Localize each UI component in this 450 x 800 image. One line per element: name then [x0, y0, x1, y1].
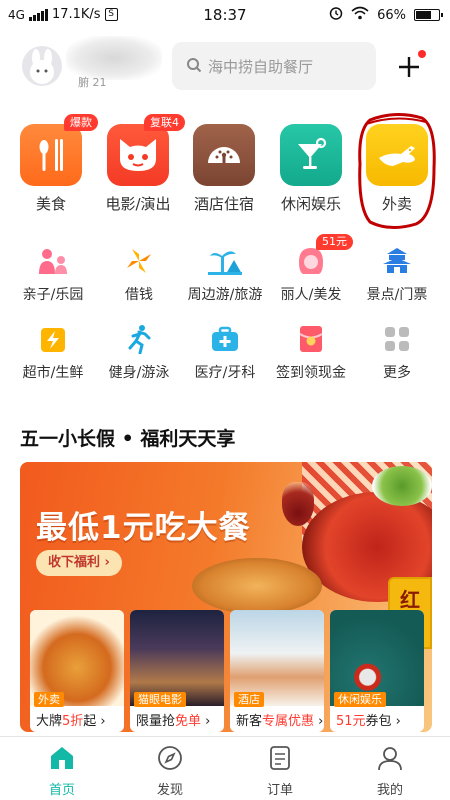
card-tag: 酒店 — [234, 692, 264, 707]
promo-section-title: 五一小长假 • 福利天天享 — [20, 428, 236, 450]
tab-orders[interactable]: 订单 — [240, 745, 320, 798]
wifi-icon — [351, 6, 369, 24]
home-icon — [51, 747, 73, 769]
search-icon — [186, 57, 202, 77]
runner-icon — [122, 322, 156, 356]
status-right: 66% — [329, 6, 443, 24]
promo-card-movie[interactable]: 猫眼电影 限量抢免单 › — [130, 610, 224, 732]
tab-label: 订单 — [266, 783, 293, 798]
salad-bowl-image — [372, 466, 432, 506]
promo-card-leisure[interactable]: 休闲娱乐 51元券包 › — [330, 610, 424, 732]
card-tag: 外卖 — [34, 692, 64, 707]
wine-glass-image — [282, 482, 314, 526]
category-badge: 爆款 — [64, 114, 98, 131]
service-checkin-cash[interactable]: 签到领现金 — [266, 322, 356, 382]
category-label: 电影/演出 — [105, 195, 171, 213]
red-envelope-icon — [294, 322, 328, 356]
service-grid-row-1: 亲子/乐园 借钱 周边游/旅游 51元 丽人/美发 景点/门票 — [0, 234, 450, 314]
grid-more-icon — [380, 322, 414, 356]
service-label: 景点/门票 — [366, 287, 428, 303]
promo-cards: 外卖 大牌5折起 › 猫眼电影 限量抢免单 › 酒店 新客专属优惠 › 休闲娱乐… — [30, 610, 432, 732]
promo-card-takeout[interactable]: 外卖 大牌5折起 › — [30, 610, 124, 732]
card-text: 51元券包 › — [336, 714, 401, 729]
service-family[interactable]: 亲子/乐园 — [8, 244, 98, 304]
service-label: 医疗/牙科 — [194, 365, 256, 381]
battery-percent: 66% — [377, 7, 406, 23]
palm-tree-icon — [208, 244, 242, 278]
service-more[interactable]: 更多 — [352, 322, 442, 382]
card-tag: 休闲娱乐 — [334, 692, 386, 707]
category-badge: 复联4 — [144, 114, 185, 131]
card-text: 大牌5折起 › — [36, 714, 106, 729]
service-label: 亲子/乐园 — [22, 287, 84, 303]
service-label: 借钱 — [125, 287, 153, 303]
service-label: 签到领现金 — [276, 365, 346, 381]
promo-headline: 最低1元吃大餐 — [36, 510, 251, 546]
temple-icon — [380, 244, 414, 278]
category-leisure[interactable]: 休闲娱乐 — [268, 124, 354, 214]
lightning-bag-icon — [36, 322, 70, 356]
claim-benefits-button[interactable]: 收下福利 › — [36, 550, 122, 576]
service-badge: 51元 — [316, 234, 353, 250]
pinwheel-icon — [122, 244, 156, 278]
main-categories: 爆款 美食 复联4 电影/演出 酒店住宿 休闲娱乐 外卖 — [0, 112, 450, 222]
service-label: 周边游/旅游 — [187, 287, 263, 303]
service-attractions[interactable]: 景点/门票 — [352, 244, 442, 304]
service-label: 健身/游泳 — [108, 365, 170, 381]
service-grid-row-2: 超市/生鲜 健身/游泳 医疗/牙科 签到领现金 更多 — [0, 322, 450, 392]
medical-kit-icon — [208, 322, 242, 356]
category-label: 美食 — [35, 195, 66, 213]
service-supermarket[interactable]: 超市/生鲜 — [8, 322, 98, 382]
category-label: 外卖 — [381, 195, 412, 213]
avatar[interactable] — [22, 46, 62, 86]
card-text: 限量抢免单 › — [136, 714, 211, 729]
user-subtitle: 腑 21 — [78, 76, 107, 89]
card-tag: 猫眼电影 — [134, 692, 186, 707]
add-icon[interactable] — [396, 50, 426, 80]
service-fitness[interactable]: 健身/游泳 — [94, 322, 184, 382]
top-header: 腑 21 海中捞自助餐厅 — [0, 36, 450, 98]
notification-dot — [418, 50, 426, 58]
category-food[interactable]: 爆款 美食 — [8, 114, 98, 214]
category-label: 休闲娱乐 — [280, 195, 341, 213]
service-loan[interactable]: 借钱 — [94, 244, 184, 304]
battery-icon — [414, 9, 443, 21]
category-hotel[interactable]: 酒店住宿 — [181, 124, 267, 214]
tab-home[interactable]: 首页 — [22, 745, 102, 798]
order-list-icon — [270, 746, 290, 770]
bottom-tab-bar: 首页 发现 订单 我的 — [0, 736, 450, 800]
cocktail-icon — [280, 124, 342, 186]
service-medical[interactable]: 医疗/牙科 — [180, 322, 270, 382]
tab-profile[interactable]: 我的 — [350, 745, 430, 798]
hotel-dome-icon — [193, 124, 255, 186]
cat-face-icon: 复联4 — [107, 114, 185, 186]
pizza-plate-image — [192, 558, 322, 614]
kangaroo-icon — [366, 124, 428, 186]
tab-label: 发现 — [156, 783, 183, 798]
service-beauty[interactable]: 51元 丽人/美发 — [266, 234, 356, 304]
category-takeout[interactable]: 外卖 — [354, 124, 440, 214]
search-placeholder: 海中捞自助餐厅 — [208, 57, 314, 76]
card-text: 新客专属优惠 › — [236, 714, 324, 729]
tab-label: 首页 — [48, 783, 75, 798]
service-label: 更多 — [383, 365, 411, 381]
tab-label: 我的 — [376, 783, 403, 798]
service-travel[interactable]: 周边游/旅游 — [180, 244, 270, 304]
promo-banner[interactable]: 最低1元吃大餐 收下福利 › 红 包 外卖 大牌5折起 › 猫眼电影 限量抢免单… — [20, 462, 432, 732]
category-movies[interactable]: 复联4 电影/演出 — [95, 114, 185, 214]
user-icon — [378, 747, 402, 771]
family-icon — [36, 244, 70, 278]
promo-card-hotel[interactable]: 酒店 新客专属优惠 › — [230, 610, 324, 732]
service-label: 丽人/美发 — [280, 287, 342, 303]
service-label: 超市/生鲜 — [22, 365, 84, 381]
status-bar: 4G 17.1K/s S 18:37 66% — [0, 0, 450, 30]
search-input[interactable]: 海中捞自助餐厅 — [172, 42, 376, 90]
category-label: 酒店住宿 — [193, 195, 254, 213]
tab-discover[interactable]: 发现 — [130, 745, 210, 798]
fork-knife-icon: 爆款 — [20, 114, 98, 186]
alarm-icon — [329, 6, 343, 24]
compass-icon — [158, 746, 182, 770]
